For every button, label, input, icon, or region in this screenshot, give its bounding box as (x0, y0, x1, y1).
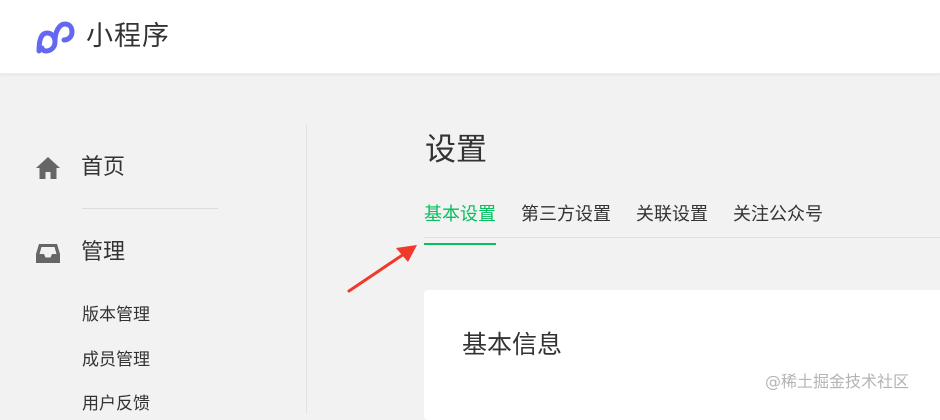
sidebar-subitem-members[interactable]: 成员管理 (82, 348, 150, 372)
settings-tabs: 基本设置 第三方设置 关联设置 关注公众号 (424, 200, 848, 245)
basic-info-card: 基本信息 (424, 290, 940, 420)
mini-program-logo-icon[interactable] (35, 19, 75, 55)
red-arrow-icon (347, 245, 417, 293)
sidebar-item-manage[interactable]: 管理 (34, 237, 125, 269)
card-title: 基本信息 (462, 330, 563, 359)
sidebar-divider (82, 208, 218, 209)
sidebar-item-label: 管理 (81, 240, 126, 265)
tabs-underline (424, 237, 940, 238)
tab-follow-official-account[interactable]: 关注公众号 (733, 200, 823, 238)
tab-third-party-settings[interactable]: 第三方设置 (521, 200, 611, 238)
sidebar-item-home[interactable]: 首页 (34, 152, 125, 184)
watermark: @稀土掘金技术社区 (765, 372, 910, 391)
sidebar-border (306, 124, 307, 414)
tab-association-settings[interactable]: 关联设置 (636, 200, 708, 238)
sidebar-subitem-feedback[interactable]: 用户反馈 (82, 392, 150, 416)
tab-basic-settings[interactable]: 基本设置 (424, 200, 496, 245)
sidebar-subitem-version[interactable]: 版本管理 (82, 303, 150, 327)
page-title: 设置 (425, 132, 487, 168)
home-icon (36, 157, 60, 179)
inbox-icon (36, 244, 60, 263)
app-title: 小程序 (86, 21, 170, 52)
top-header: 小程序 (0, 0, 940, 74)
sidebar-item-label: 首页 (81, 155, 126, 180)
